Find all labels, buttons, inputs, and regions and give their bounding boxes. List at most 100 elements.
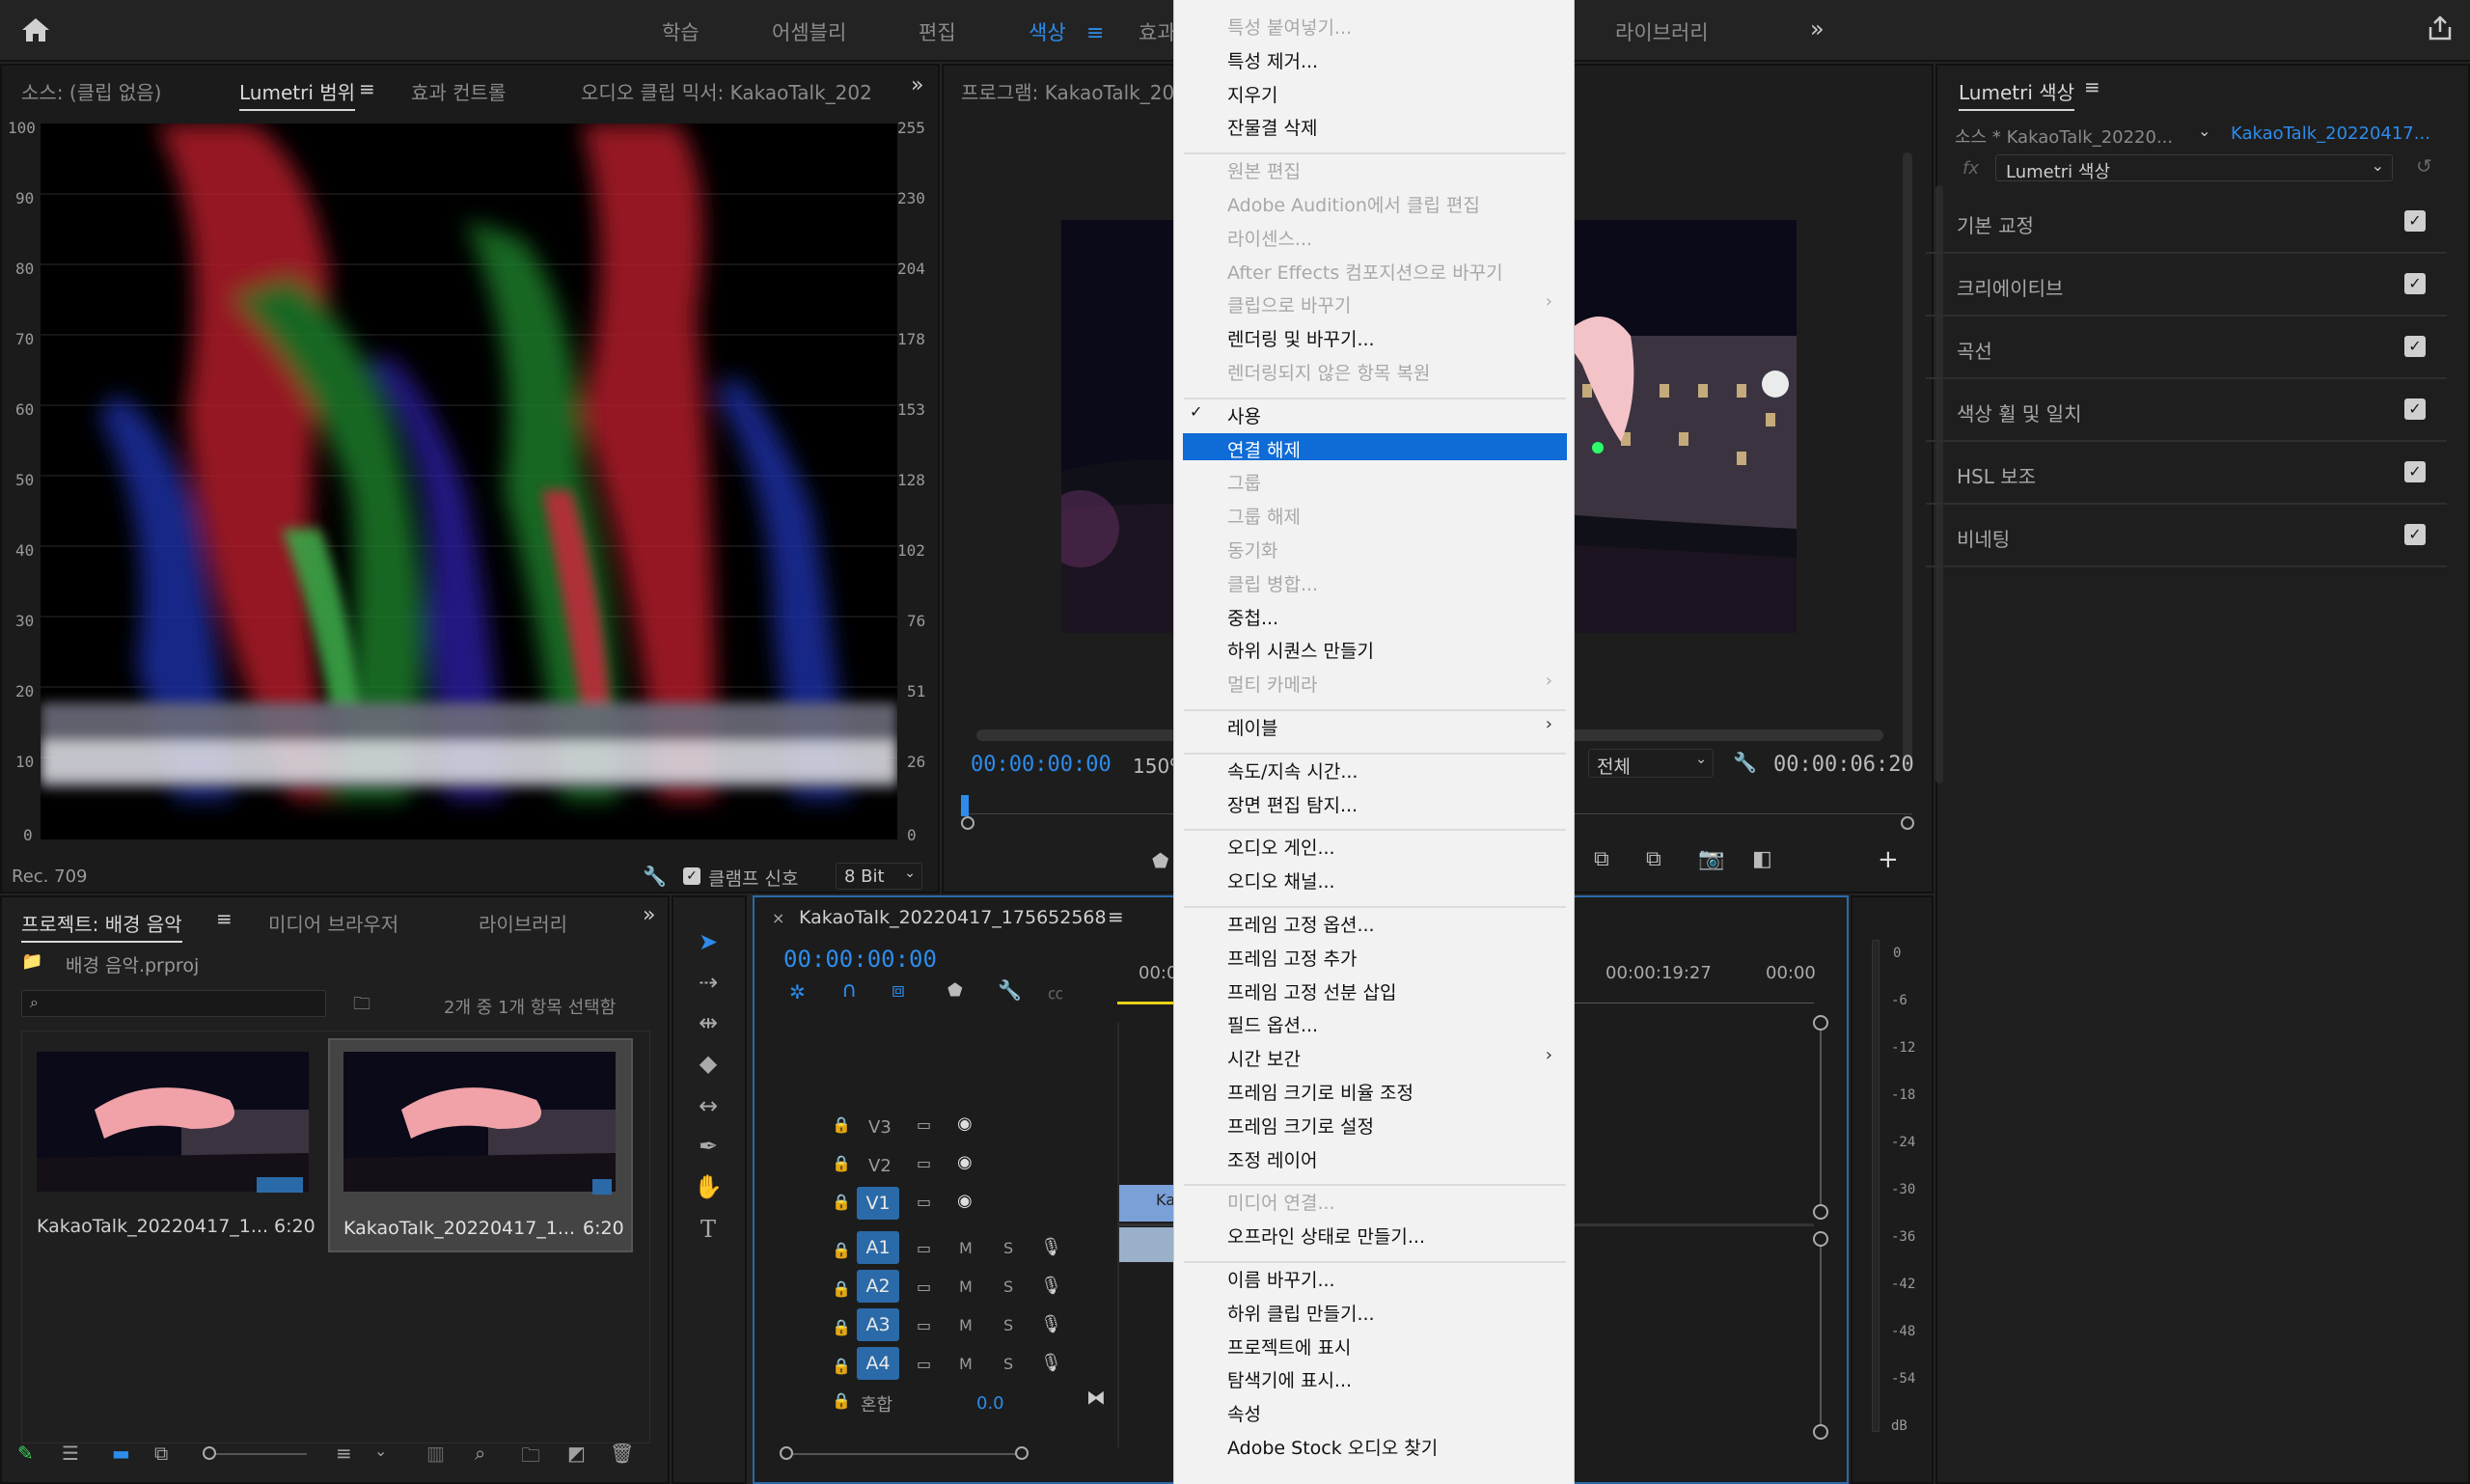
mute-button[interactable]: M (959, 1278, 973, 1296)
track-target-a1[interactable]: A1 (857, 1231, 899, 1264)
resolution-dropdown[interactable]: 전체 ⌄ (1588, 749, 1714, 778)
solo-button[interactable]: S (1003, 1355, 1013, 1373)
lock-icon[interactable]: 🔒 (832, 1318, 851, 1336)
menu-item[interactable]: 오디오 채널... (1227, 867, 1335, 893)
menu-item[interactable]: 오디오 게인... (1227, 834, 1335, 860)
track-select-tool-icon[interactable]: ⇢ (689, 965, 727, 1000)
section-enable-checkbox[interactable]: ✓ (2404, 461, 2426, 482)
scroll-handle-right[interactable] (1015, 1446, 1029, 1460)
solo-button[interactable]: S (1003, 1278, 1013, 1296)
eye-icon[interactable]: ◉ (957, 1191, 973, 1211)
microphone-icon[interactable]: 🎙 (1040, 1353, 1062, 1373)
solo-button[interactable]: S (1003, 1239, 1013, 1257)
video-clip[interactable]: Ka (1119, 1185, 1175, 1222)
work-area-bar[interactable] (1117, 1002, 1175, 1004)
lock-icon[interactable]: 🔒 (832, 1193, 851, 1211)
wrench-icon[interactable]: 🔧 (1733, 751, 1757, 774)
sequence-clip-label[interactable]: KakaoTalk_20220417... (2231, 124, 2430, 144)
menu-item[interactable]: 이름 바꾸기... (1227, 1266, 1335, 1292)
monitor-vscrollbar[interactable] (1903, 152, 1912, 770)
hamburger-icon[interactable]: ≡ (2084, 75, 2100, 98)
menu-item[interactable]: 특성 제거... (1227, 47, 1318, 73)
microphone-icon[interactable]: 🎙 (1040, 1276, 1062, 1296)
bit-depth-dropdown[interactable]: 8 Bit ⌄ (836, 863, 922, 890)
icon-view-icon[interactable]: ▬ (112, 1442, 130, 1465)
linked-selection-icon[interactable]: ∩ (841, 978, 857, 1003)
section-curves[interactable]: 곡선 ✓ (1926, 316, 2447, 379)
workspace-libraries[interactable]: 라이브러리 (1615, 17, 1709, 46)
lock-icon[interactable]: 🔒 (832, 1279, 851, 1298)
hand-tool-icon[interactable]: ✋ (689, 1169, 727, 1204)
ripple-edit-tool-icon[interactable]: ⇹ (689, 1005, 727, 1040)
hamburger-icon[interactable]: ≡ (216, 907, 233, 930)
section-enable-checkbox[interactable]: ✓ (2404, 273, 2426, 294)
freeform-view-icon[interactable]: ⧉ (154, 1442, 168, 1465)
workspace-edit[interactable]: 편집 (919, 17, 956, 46)
find-icon[interactable]: ⌕ (475, 1442, 485, 1465)
eye-icon[interactable]: ◉ (957, 1113, 973, 1134)
zoom-slider[interactable] (203, 1446, 307, 1460)
new-bin-from-search-icon[interactable]: 🗀 (353, 992, 370, 1021)
microphone-icon[interactable]: 🎙 (1040, 1314, 1062, 1334)
project-item-selected[interactable]: KakaoTalk_20220417_1... 6:20 (328, 1038, 633, 1252)
tab-lumetri-scopes[interactable]: Lumetri 범위 (239, 77, 356, 111)
slip-tool-icon[interactable]: ↔ (689, 1088, 727, 1123)
menu-item[interactable]: 조정 레이어 (1227, 1146, 1317, 1172)
mute-button[interactable]: M (959, 1355, 973, 1373)
share-icon[interactable] (2426, 14, 2455, 42)
section-creative[interactable]: 크리에이티브 ✓ (1926, 254, 2447, 316)
reset-icon[interactable]: ↺ (2416, 154, 2432, 178)
tab-libraries[interactable]: 라이브러리 (479, 909, 567, 937)
list-view-icon[interactable]: ☰ (62, 1442, 79, 1465)
solo-button[interactable]: S (1003, 1316, 1013, 1334)
captions-icon[interactable]: ㏄ (1048, 980, 1063, 1003)
workspace-effects[interactable]: 효과 (1139, 17, 1176, 46)
microphone-icon[interactable]: 🎙 (1040, 1237, 1062, 1257)
section-color-wheels[interactable]: 색상 휠 및 일치 ✓ (1926, 379, 2447, 442)
workspace-learn[interactable]: 학습 (662, 17, 700, 46)
more-tabs-icon[interactable]: » (911, 73, 923, 97)
menu-item[interactable]: 잔물결 삭제 (1227, 114, 1317, 140)
type-tool-icon[interactable]: T (689, 1212, 727, 1247)
track-target-a2[interactable]: A2 (857, 1270, 899, 1303)
extract-icon[interactable]: ⧉ (1646, 847, 1661, 871)
scroll-handle-top[interactable] (1813, 1231, 1828, 1247)
sync-lock-icon[interactable]: ▭ (917, 1355, 931, 1373)
section-vignette[interactable]: 비네팅 ✓ (1926, 505, 2447, 567)
lift-icon[interactable]: ⧉ (1594, 847, 1609, 871)
mix-value[interactable]: 0.0 (976, 1393, 1004, 1414)
menu-item[interactable]: 사용 (1227, 402, 1261, 428)
menu-item[interactable]: 속도/지속 시간... (1227, 757, 1358, 783)
section-enable-checkbox[interactable]: ✓ (2404, 210, 2426, 232)
workspace-color[interactable]: 색상 (1029, 17, 1066, 46)
menu-item[interactable]: 프레임 크기로 비율 조정 (1227, 1079, 1413, 1105)
hamburger-icon[interactable]: ≡ (359, 77, 375, 100)
pen-tool-icon[interactable]: ✒ (689, 1129, 727, 1164)
timeline-v-scroll[interactable] (1813, 1015, 1828, 1220)
timeline-a-scroll[interactable] (1813, 1231, 1828, 1440)
scroll-handle-bottom[interactable] (1813, 1424, 1828, 1440)
sync-lock-icon[interactable]: ▭ (917, 1115, 931, 1134)
lock-icon[interactable]: 🔒 (832, 1154, 851, 1172)
lock-icon[interactable]: 🔒 (832, 1241, 851, 1259)
sync-lock-icon[interactable]: ▭ (917, 1278, 931, 1296)
lock-icon[interactable]: 🔒 (832, 1115, 851, 1134)
source-clip-label[interactable]: 소스 * KakaoTalk_20220... (1955, 124, 2173, 149)
scroll-handle-top[interactable] (1813, 1015, 1828, 1031)
menu-item[interactable]: 프레임 크기로 설정 (1227, 1113, 1374, 1139)
insert-sequence-icon[interactable]: ⧈ (892, 978, 905, 1003)
menu-item[interactable]: Adobe Stock 오디오 찾기 (1227, 1434, 1438, 1460)
track-target-v1[interactable]: V1 (857, 1187, 899, 1220)
section-enable-checkbox[interactable]: ✓ (2404, 524, 2426, 545)
search-input[interactable]: ⌕ (21, 990, 326, 1017)
hamburger-icon[interactable]: ≡ (1086, 21, 1104, 45)
chevron-down-icon[interactable]: ⌄ (374, 1442, 387, 1460)
clamp-checkbox[interactable]: ✓ (683, 867, 700, 885)
menu-item[interactable]: 필드 옵션... (1227, 1011, 1318, 1037)
menu-item[interactable]: 하위 클립 만들기... (1227, 1300, 1375, 1326)
zoom-slider-handle[interactable] (203, 1446, 216, 1460)
track-target-a3[interactable]: A3 (857, 1308, 899, 1341)
menu-item[interactable]: 프레임 고정 옵션... (1227, 911, 1375, 937)
more-workspaces-icon[interactable]: » (1810, 15, 1825, 42)
menu-item[interactable]: 장면 편집 탐지... (1227, 791, 1358, 817)
